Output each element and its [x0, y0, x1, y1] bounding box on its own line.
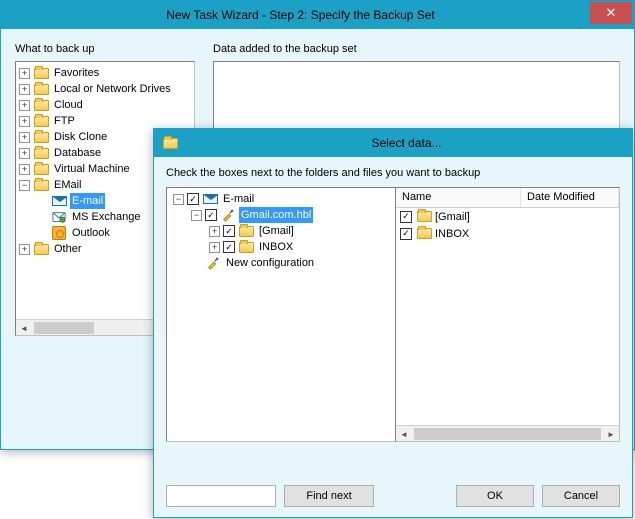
- folder-icon: [33, 129, 49, 145]
- scroll-thumb[interactable]: [34, 322, 94, 334]
- tree-item[interactable]: + Favorites: [19, 65, 194, 81]
- checkbox[interactable]: [187, 193, 199, 205]
- checkbox[interactable]: [223, 241, 235, 253]
- close-icon[interactable]: ✕: [590, 2, 632, 24]
- tree-spacer: [191, 258, 202, 269]
- col-date[interactable]: Date Modified: [521, 188, 619, 207]
- folder-icon: [33, 161, 49, 177]
- folder-icon: [33, 177, 49, 193]
- folder-icon: [33, 113, 49, 129]
- tree-item[interactable]: + INBOX: [173, 239, 395, 255]
- tree-item-label: E-mail: [70, 193, 105, 209]
- tree-item-label: E-mail: [221, 191, 256, 207]
- instruction-text: Check the boxes next to the folders and …: [166, 167, 620, 179]
- collapse-icon[interactable]: −: [191, 210, 202, 221]
- list-item-label: [Gmail]: [435, 211, 470, 223]
- select-data-window: Select data... Check the boxes next to t…: [153, 128, 633, 518]
- mail-icon: [51, 193, 67, 209]
- outlook-icon: [51, 225, 67, 241]
- front-window-title: Select data...: [181, 136, 632, 150]
- tree-item[interactable]: New configuration: [173, 255, 395, 271]
- expand-icon[interactable]: +: [209, 226, 220, 237]
- scroll-left-icon[interactable]: ◄: [16, 320, 32, 336]
- tool-icon: [220, 207, 236, 223]
- find-next-button[interactable]: Find next: [284, 485, 374, 507]
- expand-icon[interactable]: +: [19, 244, 30, 255]
- folder-icon: [416, 209, 432, 225]
- tree-item-label: INBOX: [257, 239, 295, 255]
- tree-item-label: Favorites: [52, 65, 101, 81]
- expand-icon[interactable]: +: [19, 164, 30, 175]
- back-titlebar[interactable]: New Task Wizard - Step 2: Specify the Ba…: [1, 1, 634, 29]
- checkbox[interactable]: [400, 228, 412, 240]
- folder-icon: [162, 135, 178, 151]
- col-name[interactable]: Name: [396, 188, 521, 207]
- checkbox[interactable]: [223, 225, 235, 237]
- tree-item[interactable]: + [Gmail]: [173, 223, 395, 239]
- checkbox[interactable]: [205, 209, 217, 221]
- list-item[interactable]: INBOX: [396, 225, 619, 242]
- folder-icon: [238, 239, 254, 255]
- mail-icon: [202, 191, 218, 207]
- tree-item-label: Other: [52, 241, 84, 257]
- expand-icon[interactable]: +: [19, 132, 30, 143]
- tree-item-label: Gmail.com.hbl: [239, 207, 313, 223]
- checkbox[interactable]: [400, 211, 412, 223]
- folder-icon: [416, 226, 432, 242]
- folder-tree-panel: − E-mail − Gmail.com.hbl + [Gmail] + INBOXNew c…: [166, 187, 396, 442]
- scroll-thumb[interactable]: [414, 428, 601, 440]
- front-titlebar[interactable]: Select data...: [154, 129, 632, 157]
- expand-icon[interactable]: +: [19, 148, 30, 159]
- tree-spacer: [37, 212, 48, 223]
- tree-item-label: Database: [52, 145, 103, 161]
- list-header[interactable]: Name Date Modified: [396, 188, 619, 208]
- tree-item[interactable]: + FTP: [19, 113, 194, 129]
- folder-icon: [238, 223, 254, 239]
- scroll-right-icon[interactable]: ►: [603, 426, 619, 442]
- left-panel-label: What to back up: [15, 43, 195, 55]
- expand-icon[interactable]: +: [19, 100, 30, 111]
- list-scrollbar-horizontal[interactable]: ◄ ►: [396, 425, 619, 441]
- tree-item-label: Virtual Machine: [52, 161, 132, 177]
- collapse-icon[interactable]: −: [19, 180, 30, 191]
- ok-button[interactable]: OK: [456, 485, 534, 507]
- folder-icon: [33, 97, 49, 113]
- search-input[interactable]: [166, 485, 276, 507]
- tree-item-label: Disk Clone: [52, 129, 109, 145]
- folder-icon: [33, 145, 49, 161]
- scroll-left-icon[interactable]: ◄: [396, 426, 412, 442]
- tool-icon: [205, 255, 221, 271]
- file-list-panel: Name Date Modified [Gmail] INBOX ◄ ►: [395, 187, 620, 442]
- right-panel-label: Data added to the backup set: [213, 43, 620, 55]
- expand-icon[interactable]: +: [19, 84, 30, 95]
- back-window-title: New Task Wizard - Step 2: Specify the Ba…: [11, 8, 590, 22]
- tree-item-label: Cloud: [52, 97, 85, 113]
- tree-item[interactable]: − E-mail: [173, 191, 395, 207]
- tree-item[interactable]: + Local or Network Drives: [19, 81, 194, 97]
- exchange-icon: [51, 209, 67, 225]
- cancel-button[interactable]: Cancel: [542, 485, 620, 507]
- tree-item[interactable]: + Cloud: [19, 97, 194, 113]
- list-item[interactable]: [Gmail]: [396, 208, 619, 225]
- tree-item-label: [Gmail]: [257, 223, 296, 239]
- tree-item-label: New configuration: [224, 255, 316, 271]
- tree-spacer: [37, 228, 48, 239]
- folder-icon: [33, 241, 49, 257]
- tree-item-label: Outlook: [70, 225, 112, 241]
- list-item-label: INBOX: [435, 228, 469, 240]
- tree-item-label: MS Exchange: [70, 209, 142, 225]
- tree-spacer: [37, 196, 48, 207]
- tree-item-label: EMail: [52, 177, 84, 193]
- collapse-icon[interactable]: −: [173, 194, 184, 205]
- folder-icon: [33, 81, 49, 97]
- folder-icon: [33, 65, 49, 81]
- expand-icon[interactable]: +: [209, 242, 220, 253]
- tree-item[interactable]: − Gmail.com.hbl: [173, 207, 395, 223]
- expand-icon[interactable]: +: [19, 116, 30, 127]
- expand-icon[interactable]: +: [19, 68, 30, 79]
- tree-item-label: Local or Network Drives: [52, 81, 173, 97]
- tree-item-label: FTP: [52, 113, 77, 129]
